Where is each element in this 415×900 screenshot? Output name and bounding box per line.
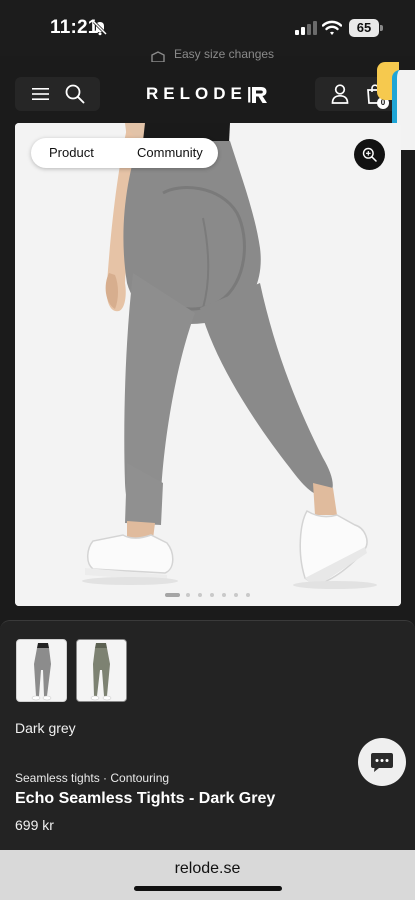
search-icon[interactable] [65, 84, 85, 104]
header-left-group [15, 77, 100, 111]
zoom-button[interactable] [354, 139, 385, 170]
box-icon [151, 51, 165, 62]
product-community-toggle[interactable]: Product Community [31, 138, 218, 168]
dark-grey-thumbnail-image [17, 640, 66, 701]
tab-community[interactable]: Community [137, 145, 203, 160]
product-title: Echo Seamless Tights - Dark Grey [15, 790, 276, 807]
olive-thumbnail-image [77, 640, 126, 701]
tab-product[interactable]: Product [49, 145, 94, 160]
battery-icon: 65 [349, 19, 383, 37]
chat-bubble-icon [371, 753, 393, 772]
bell-off-icon [92, 20, 108, 36]
logo[interactable]: RELODE| [146, 84, 257, 106]
url-text[interactable]: relode.se [0, 860, 415, 878]
slide-dot-active[interactable] [165, 593, 180, 597]
site-header: RELODE| 0 [0, 64, 415, 122]
product-gallery[interactable]: Product Community [15, 123, 401, 606]
selected-color-label: Dark grey [15, 720, 76, 736]
color-swatch-dark-grey[interactable] [16, 639, 67, 702]
browser-url-bar[interactable]: relode.se [0, 850, 415, 900]
product-price: 699 kr [15, 817, 54, 833]
slide-dot[interactable] [246, 593, 250, 597]
chat-button[interactable] [358, 738, 406, 786]
color-swatch-olive[interactable] [76, 639, 127, 702]
product-subtitle: Seamless tights · Contouring [15, 771, 170, 785]
home-indicator[interactable] [134, 886, 282, 891]
slide-dot[interactable] [222, 593, 226, 597]
menu-icon[interactable] [32, 87, 49, 101]
announcement-bar: Easy size changes [0, 42, 415, 62]
account-icon[interactable] [331, 84, 349, 104]
slide-dot[interactable] [186, 593, 190, 597]
logo-r-icon [252, 87, 267, 103]
product-photo [15, 123, 401, 606]
slide-dot[interactable] [234, 593, 238, 597]
announcement-text: Easy size changes [174, 47, 275, 61]
wifi-icon [322, 20, 342, 35]
signal-icon [295, 21, 317, 35]
slide-dot[interactable] [198, 593, 202, 597]
product-info-sheet: Dark grey Seamless tights · Contouring E… [0, 620, 415, 850]
slide-dot[interactable] [210, 593, 214, 597]
zoom-in-icon [362, 147, 377, 162]
